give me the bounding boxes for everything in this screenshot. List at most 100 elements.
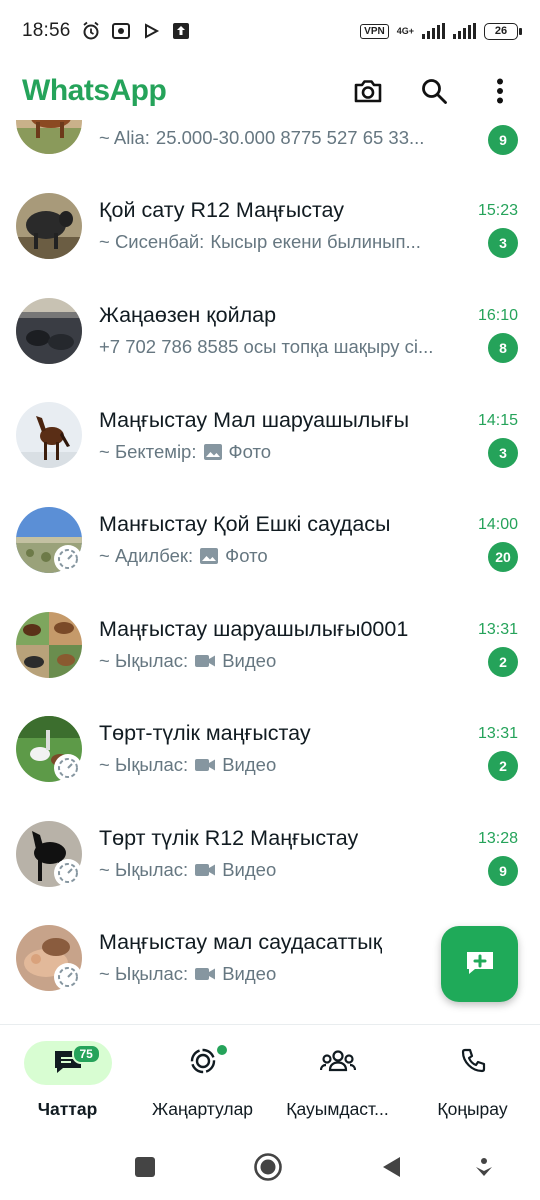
chat-preview: 25.000-30.000 8775 527 65 33...: [155, 127, 425, 148]
tab-chats-label: Чаттар: [37, 1099, 98, 1119]
chat-preview: Фото: [225, 545, 268, 566]
chat-name: Маңғыстау шаруашылығы0001: [99, 617, 409, 641]
chat-item[interactable]: Жаңаөзен қойлар 16:10 +7 702 786 8585 ос…: [0, 297, 540, 401]
chat-item[interactable]: Қой сату R12 Маңғыстау 15:23 ~ Сисенбай:…: [0, 192, 540, 296]
status-time: 18:56: [22, 20, 71, 41]
app-header: WhatsApp: [0, 62, 540, 120]
chat-preview: Фото: [228, 441, 272, 462]
chat-preview: Видео: [222, 650, 277, 671]
system-navigation-bar: [0, 1134, 540, 1200]
network-type: 4G+: [396, 25, 414, 36]
phone-icon: [460, 1048, 486, 1079]
chat-preview: Кысыр екени былинып...: [210, 231, 421, 252]
signal-icon-2: [453, 23, 476, 39]
search-icon[interactable]: [416, 73, 452, 109]
tab-updates[interactable]: Жаңартулар: [135, 1041, 270, 1131]
chat-time: 13:31: [477, 621, 518, 638]
chat-time: 14:00: [477, 516, 518, 533]
photo-icon: [203, 443, 223, 461]
alarm-icon: [81, 21, 101, 41]
chat-list: ~ Alia: 25.000-30.000 8775 527 65 33... …: [0, 120, 540, 1025]
communities-icon: [319, 1048, 356, 1079]
chats-unread-badge: 75: [71, 1044, 101, 1064]
home-button[interactable]: [253, 1152, 283, 1182]
new-chat-button[interactable]: [441, 926, 518, 1002]
tab-calls[interactable]: Қоңырау: [405, 1041, 540, 1131]
signal-icon: [422, 23, 445, 39]
updates-dot: [214, 1043, 229, 1057]
chat-name: Қой сату R12 Маңғыстау: [99, 198, 345, 222]
chat-item[interactable]: Маңғыстау шаруашылығы0001 13:31 ~ Ықылас…: [0, 611, 540, 715]
unread-badge: 2: [488, 751, 518, 781]
chat-name: Маңғыстау мал саудасаттық: [99, 930, 383, 954]
chat-preview: Видео: [222, 859, 277, 880]
chat-item[interactable]: Төрт-түлік маңғыстау 13:31 ~ Ықылас: Вид…: [0, 715, 540, 819]
chat-sender: ~ Адилбек:: [99, 545, 194, 566]
upload-notification-icon: [171, 21, 191, 41]
new-chat-icon: [465, 949, 495, 980]
video-icon: [194, 966, 216, 982]
chat-sender: ~ Ықылас:: [99, 859, 189, 880]
chat-avatar: [16, 120, 82, 154]
chat-preview: +7 702 786 8585 осы топқа шақыру сі...: [99, 336, 434, 357]
chat-name: Манғыстау Қой Ешкі саудасы: [99, 512, 391, 536]
chat-item[interactable]: Маңғыстау Мал шаруашылығы 14:15 ~ Бектем…: [0, 402, 540, 506]
chat-name: Төрт түлік R12 Маңғыстау: [99, 826, 359, 850]
tab-communities[interactable]: Қауымдаст...: [270, 1041, 405, 1131]
unread-badge: 2: [488, 647, 518, 677]
chat-time: 13:28: [477, 830, 518, 847]
chat-name: Жаңаөзен қойлар: [99, 303, 277, 327]
chat-sender: ~ Alia:: [99, 127, 150, 148]
chat-sender: ~ Ықылас:: [99, 754, 189, 775]
chat-sender: ~ Бектемір:: [99, 441, 197, 462]
chat-avatar: [16, 612, 82, 678]
chat-item[interactable]: Манғыстау Қой Ешкі саудасы 14:00 ~ Адилб…: [0, 506, 540, 610]
chat-name: Төрт-түлік маңғыстау: [99, 721, 311, 745]
back-button[interactable]: [376, 1152, 406, 1182]
unread-badge: 8: [488, 333, 518, 363]
chat-item[interactable]: Төрт түлік R12 Маңғыстау 13:28 ~ Ықылас:…: [0, 820, 540, 924]
chat-time: 14:15: [477, 412, 518, 429]
chat-preview: Видео: [222, 963, 277, 984]
updates-icon: [188, 1046, 218, 1081]
gallery-notification-icon: [111, 21, 131, 41]
status-ring-icon: [54, 754, 82, 782]
chat-time: 16:10: [477, 307, 518, 324]
video-icon: [194, 862, 216, 878]
tab-calls-label: Қоңырау: [437, 1099, 508, 1119]
keyboard-hide-icon[interactable]: [469, 1152, 499, 1182]
chat-preview: Видео: [222, 754, 277, 775]
recents-button[interactable]: [130, 1152, 160, 1182]
chat-avatar: [16, 298, 82, 364]
chat-sender: ~ Сисенбай:: [99, 231, 205, 252]
play-notification-icon: [141, 21, 161, 41]
unread-badge: 9: [488, 856, 518, 886]
chat-avatar: [16, 402, 82, 468]
unread-badge: 3: [488, 228, 518, 258]
chat-time: 13:31: [477, 725, 518, 742]
status-ring-icon: [54, 859, 82, 887]
camera-icon[interactable]: [350, 73, 386, 109]
unread-badge: 9: [488, 125, 518, 155]
chat-sender: ~ Ықылас:: [99, 650, 189, 671]
bottom-navigation: 75 Чаттар Жаңартулар Қауымдаст... Қоңыра…: [0, 1024, 540, 1134]
chat-name: Маңғыстау Мал шаруашылығы: [99, 408, 410, 432]
battery-icon: 26: [484, 22, 522, 40]
video-icon: [194, 757, 216, 773]
more-options-icon[interactable]: [482, 73, 518, 109]
unread-badge: 20: [488, 542, 518, 572]
app-title: WhatsApp: [22, 74, 167, 107]
video-icon: [194, 653, 216, 669]
chat-item[interactable]: ~ Alia: 25.000-30.000 8775 527 65 33... …: [0, 120, 540, 192]
unread-badge: 3: [488, 438, 518, 468]
status-bar: 18:56 VPN 4G+ 26: [0, 0, 540, 62]
tab-updates-label: Жаңартулар: [151, 1099, 254, 1119]
status-ring-icon: [54, 963, 82, 991]
tab-communities-label: Қауымдаст...: [286, 1099, 389, 1119]
vpn-indicator: VPN: [360, 23, 389, 39]
photo-icon: [199, 547, 219, 565]
chat-sender: ~ Ықылас:: [99, 963, 189, 984]
status-ring-icon: [54, 545, 82, 573]
tab-chats[interactable]: 75 Чаттар: [0, 1041, 135, 1131]
chat-avatar: [16, 193, 82, 259]
